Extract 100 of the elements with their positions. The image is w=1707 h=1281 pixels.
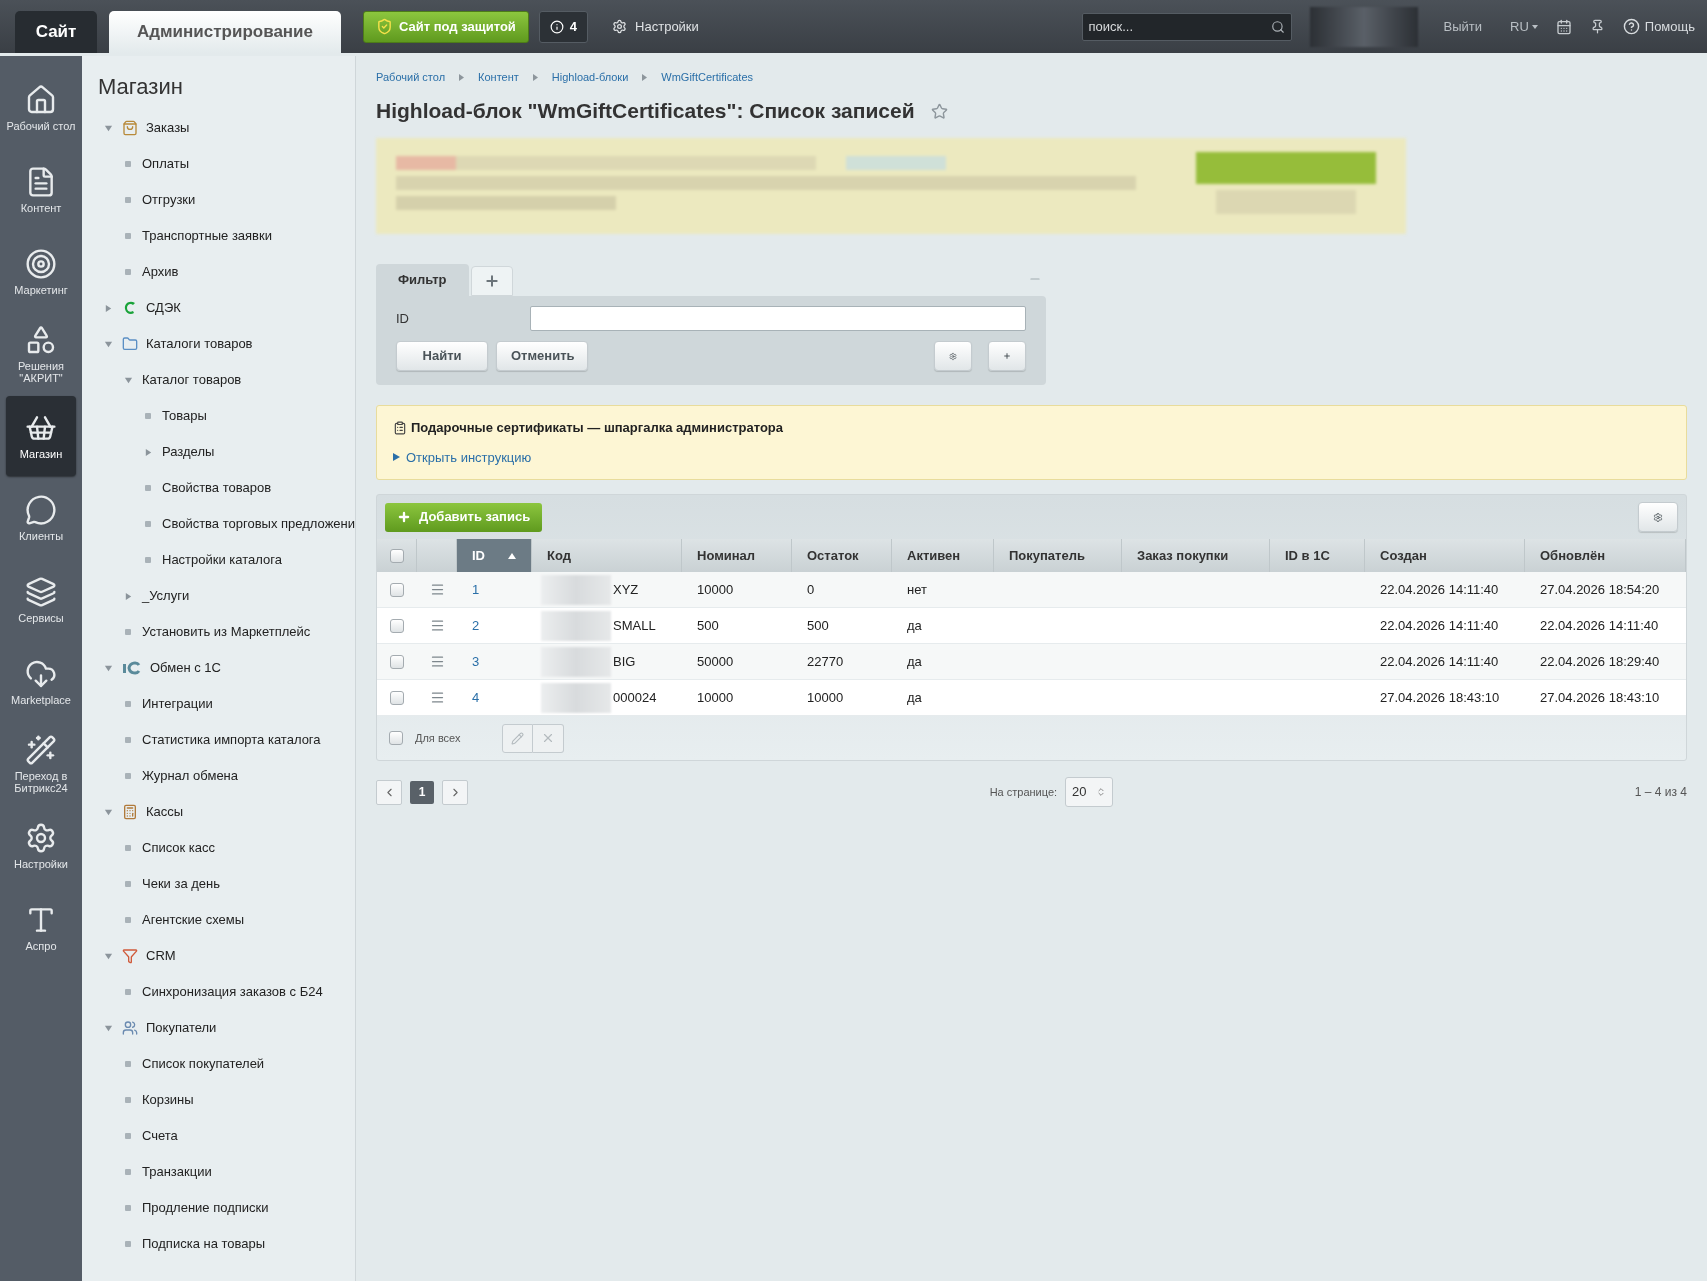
- next-page-button[interactable]: [442, 779, 468, 805]
- menu-item[interactable]: Подписка на товары: [142, 1234, 266, 1254]
- menu-item[interactable]: Товары: [162, 406, 207, 426]
- site-tab[interactable]: Сайт: [15, 11, 97, 53]
- column-header[interactable]: ID: [457, 539, 532, 572]
- per-page-select[interactable]: 20: [1065, 777, 1114, 807]
- search-field[interactable]: поиск...: [1081, 12, 1292, 41]
- menu-item[interactable]: СДЭК: [146, 298, 181, 318]
- record-link[interactable]: 4: [472, 687, 480, 708]
- collapsed-arrow-icon[interactable]: [143, 447, 153, 457]
- breadcrumb-link[interactable]: WmGiftCertificates: [661, 68, 753, 86]
- menu-item[interactable]: Кассы: [146, 802, 184, 822]
- select-all-checkbox[interactable]: [389, 731, 403, 745]
- previous-page-button[interactable]: [376, 779, 402, 805]
- nav-item[interactable]: Контент: [6, 150, 76, 230]
- row-menu-icon[interactable]: [429, 654, 445, 669]
- record-link[interactable]: 2: [472, 615, 480, 636]
- id-input-field[interactable]: [530, 306, 1026, 331]
- expanded-arrow-icon[interactable]: [123, 375, 133, 385]
- nav-item[interactable]: Переход в Битрикс24: [6, 724, 76, 804]
- table-row[interactable]: 2 SMALL 500 500 да 22.04.2026 14:11:40 22.04.2026 14:11:40: [377, 608, 1686, 644]
- add-field-button[interactable]: [988, 341, 1026, 371]
- menu-item[interactable]: Настройки каталога: [162, 550, 282, 570]
- expanded-arrow-icon[interactable]: [103, 1023, 113, 1033]
- notifications-button[interactable]: 4: [538, 10, 589, 43]
- menu-item[interactable]: Интеграции: [142, 694, 213, 714]
- help-link[interactable]: Помощь: [1622, 16, 1695, 37]
- row-checkbox[interactable]: [390, 618, 404, 633]
- edit-button[interactable]: [502, 723, 534, 753]
- row-menu-icon[interactable]: [429, 618, 445, 633]
- filter-tab[interactable]: Фильтр: [376, 264, 469, 296]
- collapsed-arrow-icon[interactable]: [123, 591, 133, 601]
- nav-item[interactable]: Рабочий стол: [6, 68, 76, 148]
- menu-item[interactable]: Разделы: [162, 442, 215, 462]
- menu-item[interactable]: Оплаты: [142, 154, 189, 174]
- menu-item[interactable]: Свойства товаров: [162, 478, 272, 498]
- nav-item[interactable]: Настройки: [6, 806, 76, 886]
- expanded-arrow-icon[interactable]: [103, 951, 113, 961]
- menu-item[interactable]: Корзины: [142, 1090, 194, 1110]
- nav-item[interactable]: Marketplace: [6, 642, 76, 722]
- nav-item[interactable]: Маркетинг: [6, 232, 76, 312]
- settings-link[interactable]: Настройки: [612, 16, 699, 37]
- add-filter-tab[interactable]: [470, 266, 513, 296]
- expanded-arrow-icon[interactable]: [103, 123, 113, 133]
- logout-link[interactable]: Выйти: [1443, 16, 1482, 37]
- menu-item[interactable]: Список покупателей: [142, 1054, 265, 1074]
- nav-item[interactable]: Магазин: [6, 396, 76, 476]
- admin-tab[interactable]: Администрирование: [109, 11, 341, 53]
- collapsed-arrow-icon[interactable]: [103, 303, 113, 313]
- expanded-arrow-icon[interactable]: [103, 807, 113, 817]
- table-row[interactable]: 3 BIG 50000 22770 да 22.04.2026 14:11:40 22.04.2026 18:29:40: [377, 644, 1686, 680]
- settings-button[interactable]: [934, 341, 972, 371]
- star-icon[interactable]: [930, 102, 948, 120]
- row-menu-icon[interactable]: [429, 690, 445, 705]
- menu-item[interactable]: Архив: [142, 262, 179, 282]
- pin-icon[interactable]: [1589, 19, 1605, 34]
- menu-item[interactable]: Обмен с 1С: [150, 658, 221, 678]
- expanded-arrow-icon[interactable]: [103, 663, 113, 673]
- row-checkbox[interactable]: [390, 690, 404, 705]
- select-all-checkbox[interactable]: [389, 548, 404, 563]
- menu-item[interactable]: Журнал обмена: [142, 766, 238, 786]
- table-row[interactable]: 1 XYZ 10000 0 нет 22.04.2026 14:11:40 27.04.2026 18:54:20: [377, 572, 1686, 608]
- page-button[interactable]: 1: [410, 780, 434, 804]
- nav-item[interactable]: Решения "АКРИТ": [6, 314, 76, 394]
- menu-item[interactable]: CRM: [146, 946, 176, 966]
- find-button[interactable]: Найти: [396, 341, 488, 371]
- menu-item[interactable]: Отгрузки: [142, 190, 196, 210]
- menu-item[interactable]: Продление подписки: [142, 1198, 269, 1218]
- breadcrumb-link[interactable]: Рабочий стол: [376, 68, 446, 86]
- instruction-link[interactable]: Открыть инструкцию: [406, 447, 532, 467]
- menu-item[interactable]: Каталог товаров: [142, 370, 242, 390]
- breadcrumb-link[interactable]: Контент: [478, 68, 519, 86]
- breadcrumb-link[interactable]: Highload-блоки: [551, 68, 629, 86]
- calendar-icon[interactable]: [1555, 18, 1572, 35]
- menu-item[interactable]: _Услуги: [142, 586, 190, 606]
- menu-item[interactable]: Транспортные заявки: [142, 226, 272, 246]
- row-checkbox[interactable]: [390, 582, 404, 597]
- menu-item[interactable]: Чеки за день: [142, 874, 221, 894]
- row-menu-icon[interactable]: [429, 582, 445, 597]
- language-switch[interactable]: RU: [1510, 16, 1538, 37]
- delete-button[interactable]: [533, 723, 565, 753]
- menu-item[interactable]: Транзакции: [142, 1162, 212, 1182]
- cancel-button[interactable]: Отменить: [496, 341, 588, 371]
- menu-item[interactable]: Счета: [142, 1126, 178, 1146]
- menu-item[interactable]: Каталоги товаров: [146, 334, 253, 354]
- menu-item[interactable]: Заказы: [146, 118, 190, 138]
- menu-item[interactable]: Свойства торговых предложени: [162, 514, 355, 534]
- nav-item[interactable]: Сервисы: [6, 560, 76, 640]
- menu-item[interactable]: Агентские схемы: [142, 910, 244, 930]
- menu-item[interactable]: Синхронизация заказов с Б24: [142, 982, 323, 1002]
- record-link[interactable]: 3: [472, 651, 480, 672]
- record-link[interactable]: 1: [472, 579, 480, 600]
- table-row[interactable]: 4 000024 10000 10000 да 27.04.2026 18:43:10 27.04.2026 18:43:10: [377, 680, 1686, 716]
- nav-item[interactable]: Аспро: [6, 888, 76, 968]
- row-checkbox[interactable]: [390, 654, 404, 669]
- menu-item[interactable]: Покупатели: [146, 1018, 217, 1038]
- menu-item[interactable]: Статистика импорта каталога: [142, 730, 321, 750]
- menu-item[interactable]: Установить из Маркетплейс: [142, 622, 311, 642]
- table-settings-button[interactable]: [1638, 502, 1678, 532]
- search-icon[interactable]: [1270, 19, 1285, 34]
